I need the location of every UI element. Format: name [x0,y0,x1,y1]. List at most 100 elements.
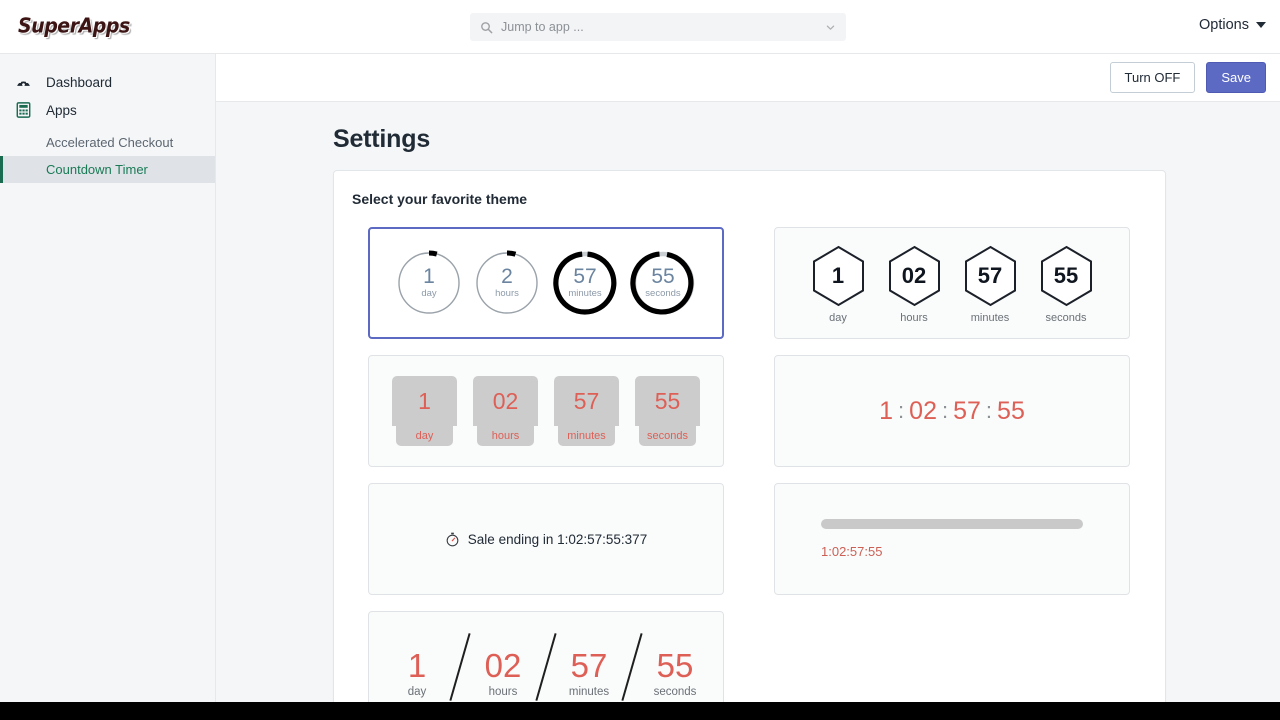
ring-label: minutes [568,288,602,300]
slash-unit-hours: 02 hours [470,649,536,698]
slash-unit-seconds: 55 seconds [642,649,708,698]
hex-group: 1 day 02 hours 57 minutes 55 seconds [811,245,1094,324]
hexagon-icon: 55 [1039,245,1094,307]
ring-label: day [421,288,437,300]
slash-label: day [407,686,427,698]
search-input[interactable]: Jump to app ... [501,20,825,34]
ring-unit-seconds: 55 seconds [630,250,696,316]
search-box[interactable]: Jump to app ... [470,13,846,41]
save-button[interactable]: Save [1206,62,1266,93]
colon-value-hours: 02 [909,396,937,425]
ring-unit-day: 1 day [396,250,462,316]
theme-option-gray-boxes[interactable]: 1 day 02 hours 57 minutes 55 seconds [368,355,724,467]
action-bar: Turn OFF Save [216,54,1280,102]
settings-card: Select your favorite theme 1 day 2 hours… [333,170,1166,702]
sidebar-subitem-label: Accelerated Checkout [46,135,174,150]
colon-value-minutes: 57 [953,396,981,425]
calculator-icon [14,101,32,119]
ring-value: 55 [651,264,675,288]
stopwatch-icon [446,532,459,546]
ring-unit-minutes: 57 minutes [552,250,618,316]
hex-label: seconds [1045,311,1087,324]
hex-value: 55 [1053,262,1079,288]
sidebar-item-label: Dashboard [46,74,113,90]
box-value: 02 [473,376,538,426]
options-label: Options [1199,17,1249,33]
top-bar: SuperApps Jump to app ... Options [0,0,1280,54]
slash-value: 02 [484,647,522,684]
hex-label: minutes [970,311,1010,324]
progress-time-text: 1:02:57:55 [821,544,883,559]
hexagon-icon: 02 [887,245,942,307]
hex-value: 02 [901,262,927,288]
sidebar-item-apps[interactable]: Apps [0,96,215,124]
slash-unit-day: 1 day [384,649,450,698]
slash-divider-icon [450,636,470,698]
box-value: 1 [392,376,457,426]
theme-option-slashes[interactable]: 1 day 02 hours 57 minutes 55 seconds [368,611,724,702]
ring-label: seconds [645,288,681,300]
colon-separator: : [985,398,993,423]
options-menu[interactable]: Options [1199,17,1266,33]
box-unit-minutes: 57 minutes [554,376,619,446]
hexagon-icon: 1 [811,245,866,307]
ring-value: 57 [573,264,597,288]
theme-section-label: Select your favorite theme [352,191,528,207]
theme-option-sale-text[interactable]: Sale ending in 1:02:57:55:377 [368,483,724,595]
box-unit-seconds: 55 seconds [635,376,700,446]
theme-option-progress-bar[interactable]: 1:02:57:55 [774,483,1130,595]
slash-divider-icon [622,636,642,698]
slash-label: hours [488,686,518,698]
slash-group: 1 day 02 hours 57 minutes 55 seconds [384,636,708,698]
box-label: day [396,426,453,446]
progress-bar [821,519,1083,529]
app-root: SuperApps Jump to app ... Options Dashbo… [0,0,1280,720]
ring-value: 2 [501,264,513,288]
sidebar-item-countdown-timer[interactable]: Countdown Timer [0,156,215,183]
hex-value: 1 [831,262,845,288]
sidebar-subitem-label: Countdown Timer [46,162,148,177]
app-logo[interactable]: SuperApps [18,14,130,38]
box-unit-day: 1 day [392,376,457,446]
box-group: 1 day 02 hours 57 minutes 55 seconds [392,376,700,446]
sale-group: Sale ending in 1:02:57:55:377 [445,532,647,547]
hex-unit-day: 1 day [811,245,866,324]
content-area: Settings Select your favorite theme 1 da… [216,102,1280,702]
slash-label: seconds [653,686,697,698]
box-unit-hours: 02 hours [473,376,538,446]
theme-grid: 1 day 2 hours 57 minutes 55 seconds 1 da… [334,227,1167,702]
slash-value: 1 [407,647,427,684]
turn-off-button[interactable]: Turn OFF [1109,62,1196,93]
colon-value-seconds: 55 [997,396,1025,425]
search-icon [481,21,493,33]
progress-group: 1:02:57:55 [821,519,1083,559]
hex-label: hours [900,311,928,324]
sidebar-item-accelerated-checkout[interactable]: Accelerated Checkout [0,129,215,156]
hex-unit-hours: 02 hours [887,245,942,324]
box-label: seconds [639,426,696,446]
sidebar-item-label: Apps [46,102,77,118]
box-label: hours [477,426,534,446]
slash-divider-icon [536,636,556,698]
hex-value: 57 [977,262,1003,288]
ring-unit-hours: 2 hours [474,250,540,316]
theme-option-hexagon[interactable]: 1 day 02 hours 57 minutes 55 seconds [774,227,1130,339]
hexagon-icon: 57 [963,245,1018,307]
ring-group: 1 day 2 hours 57 minutes 55 seconds [396,250,696,316]
speedometer-icon [14,73,32,91]
colon-value-day: 1 [879,396,894,425]
box-value: 55 [635,376,700,426]
theme-option-circle-rings[interactable]: 1 day 2 hours 57 minutes 55 seconds [368,227,724,339]
box-value: 57 [554,376,619,426]
chevron-down-icon[interactable] [825,22,836,33]
sidebar-item-dashboard[interactable]: Dashboard [0,68,215,96]
slash-unit-minutes: 57 minutes [556,649,622,698]
colon-separator: : [898,398,905,423]
slash-value: 55 [656,647,694,684]
slash-value: 57 [570,647,608,684]
sale-text: Sale ending in 1:02:57:55:377 [467,531,648,547]
page-title: Settings [333,125,431,153]
colon-group: 1 : 02 : 57 : 55 [879,397,1025,426]
colon-separator: : [941,398,949,423]
theme-option-colon[interactable]: 1 : 02 : 57 : 55 [774,355,1130,467]
